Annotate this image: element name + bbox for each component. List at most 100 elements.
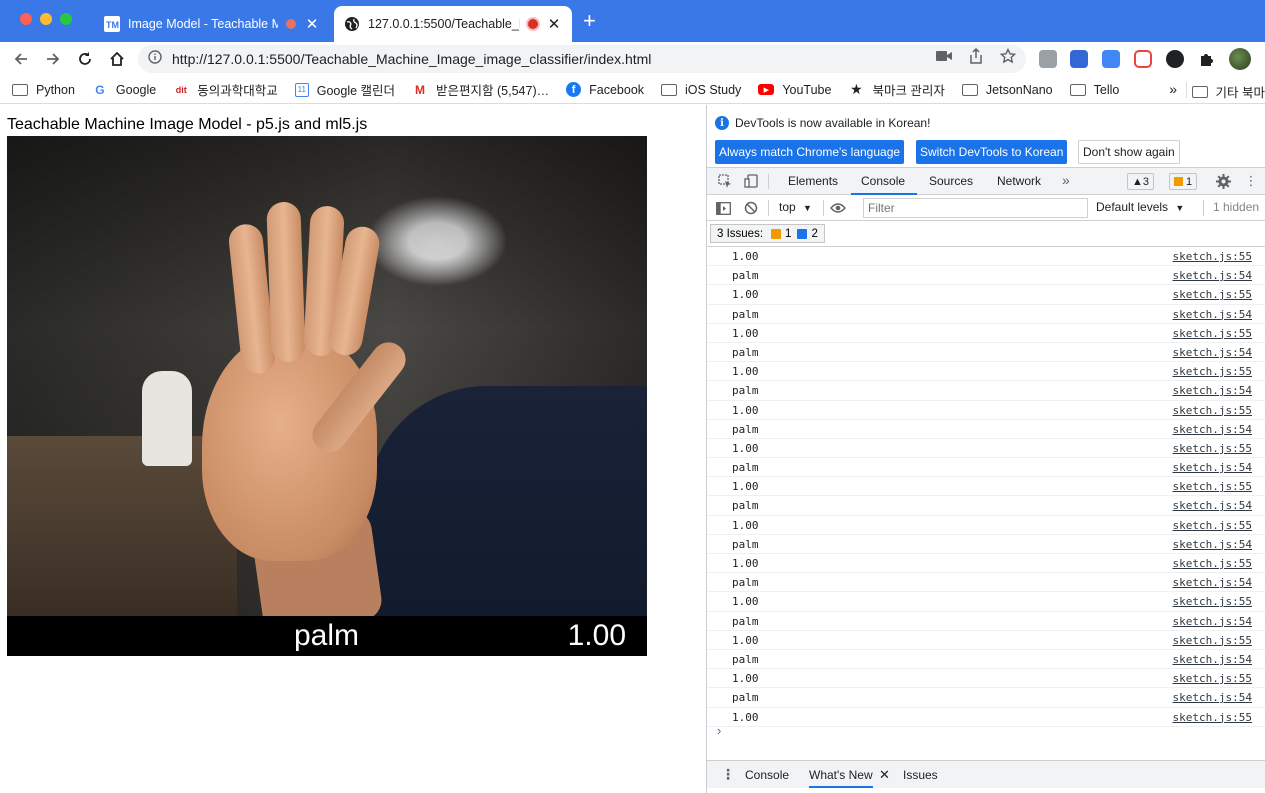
home-icon[interactable] <box>106 48 128 70</box>
bookmarks-divider <box>1186 82 1187 98</box>
facebook-icon: f <box>566 82 582 97</box>
console-source-link[interactable]: sketch.js:55 <box>1173 442 1252 455</box>
console-source-link[interactable]: sketch.js:54 <box>1173 423 1252 436</box>
tab-elements[interactable]: Elements <box>788 174 838 188</box>
console-source-link[interactable]: sketch.js:55 <box>1173 480 1252 493</box>
drawer-tab-close-icon[interactable]: ✕ <box>879 767 890 783</box>
sidebar-toggle-icon[interactable] <box>715 200 731 216</box>
back-arrow-icon[interactable] <box>10 48 32 70</box>
console-source-link[interactable]: sketch.js:55 <box>1173 250 1252 263</box>
bookmark-star-icon[interactable] <box>1000 48 1016 64</box>
extension-icon[interactable] <box>1039 50 1057 68</box>
minimize-window-button[interactable] <box>40 13 52 25</box>
console-source-link[interactable]: sketch.js:55 <box>1173 327 1252 340</box>
warning-flag-icon <box>771 228 782 239</box>
bookmarks-bar: Python G Google dit 동의과학대학교 11 Google 캘린… <box>0 76 1265 104</box>
console-message-text: 1.00 <box>732 557 759 570</box>
console-source-link[interactable]: sketch.js:54 <box>1173 346 1252 359</box>
dont-show-again-button[interactable]: Don't show again <box>1078 140 1180 164</box>
bookmark-google-calendar[interactable]: 11 Google 캘린더 <box>294 80 395 99</box>
console-source-link[interactable]: sketch.js:54 <box>1173 576 1252 589</box>
console-source-link[interactable]: sketch.js:55 <box>1173 595 1252 608</box>
drawer-tab-console[interactable]: Console <box>745 768 789 782</box>
console-source-link[interactable]: sketch.js:55 <box>1173 519 1252 532</box>
always-match-language-button[interactable]: Always match Chrome's language <box>715 140 905 164</box>
bookmark-facebook[interactable]: f Facebook <box>566 82 644 97</box>
bookmark-gmail[interactable]: M 받은편지함 (5,547)… <box>412 80 549 99</box>
bookmark-label: 동의과학대학교 <box>197 84 278 98</box>
console-message-row: palm sketch.js:54 <box>707 573 1265 593</box>
address-bar[interactable]: http://127.0.0.1:5500/Teachable_Machine_… <box>138 45 1026 73</box>
bookmark-jetsonnano[interactable]: JetsonNano <box>961 83 1053 97</box>
settings-gear-icon[interactable] <box>1215 173 1231 189</box>
device-toolbar-icon[interactable] <box>743 173 759 189</box>
bookmark-label: 북마크 관리자 <box>872 84 945 98</box>
bookmark-youtube[interactable]: ▶ YouTube <box>758 83 831 97</box>
console-source-link[interactable]: sketch.js:54 <box>1173 499 1252 512</box>
drawer-menu-icon[interactable]: ⋮ <box>721 766 735 783</box>
other-bookmarks[interactable]: 기타 북마 <box>1191 82 1265 101</box>
tab-close-icon[interactable]: ✕ <box>304 15 320 33</box>
console-message-row: palm sketch.js:54 <box>707 305 1265 324</box>
profile-avatar[interactable] <box>1229 48 1251 70</box>
bookmark-ios-study[interactable]: iOS Study <box>661 83 741 97</box>
bookmark-google[interactable]: G Google <box>92 83 156 97</box>
console-source-link[interactable]: sketch.js:55 <box>1173 404 1252 417</box>
tab-close-icon[interactable]: ✕ <box>546 15 562 33</box>
console-source-link[interactable]: sketch.js:55 <box>1173 557 1252 570</box>
console-source-link[interactable]: sketch.js:55 <box>1173 672 1252 685</box>
more-bookmarks-chevron-icon[interactable]: » <box>1169 81 1177 97</box>
console-prompt[interactable]: › <box>717 723 721 738</box>
inspect-element-icon[interactable] <box>717 173 733 189</box>
clear-console-icon[interactable] <box>743 200 759 216</box>
console-source-link[interactable]: sketch.js:55 <box>1173 288 1252 301</box>
bookmark-python[interactable]: Python <box>12 83 75 97</box>
console-source-link[interactable]: sketch.js:55 <box>1173 634 1252 647</box>
console-message-text: 1.00 <box>732 480 759 494</box>
more-tabs-chevron-icon[interactable]: » <box>1062 172 1070 188</box>
switch-to-korean-button[interactable]: Switch DevTools to Korean <box>916 140 1068 164</box>
extension-icon[interactable] <box>1166 50 1184 68</box>
close-window-button[interactable] <box>20 13 32 25</box>
console-source-link[interactable]: sketch.js:54 <box>1173 538 1252 551</box>
console-source-link[interactable]: sketch.js:54 <box>1173 308 1252 321</box>
console-source-link[interactable]: sketch.js:54 <box>1173 653 1252 666</box>
issues-badge[interactable]: 1 <box>1169 173 1198 190</box>
translate-icon[interactable] <box>1102 50 1120 68</box>
forward-arrow-icon[interactable] <box>42 48 64 70</box>
info-circle-icon[interactable] <box>148 49 162 69</box>
new-tab-button[interactable]: + <box>583 10 596 32</box>
pocket-icon[interactable] <box>1134 50 1152 68</box>
more-options-icon[interactable]: ⋮ <box>1243 173 1259 189</box>
bookmark-dit[interactable]: dit 동의과학대학교 <box>173 80 278 99</box>
puzzle-icon[interactable] <box>1198 50 1216 68</box>
bookmark-tello[interactable]: Tello <box>1069 83 1119 97</box>
tab-console[interactable]: Console <box>861 174 905 188</box>
eye-icon[interactable] <box>830 200 846 216</box>
bookmark-manager[interactable]: ★ 북마크 관리자 <box>848 80 945 99</box>
tab-localhost[interactable]: 127.0.0.1:5500/Teachable_Machine_Image_i… <box>334 6 572 42</box>
reload-icon[interactable] <box>74 48 96 70</box>
warnings-badge[interactable]: ▲ 3 <box>1127 173 1155 190</box>
console-filter-input[interactable] <box>863 198 1088 218</box>
console-source-link[interactable]: sketch.js:55 <box>1173 365 1252 378</box>
console-source-link[interactable]: sketch.js:54 <box>1173 461 1252 474</box>
console-source-link[interactable]: sketch.js:54 <box>1173 384 1252 397</box>
tab-network[interactable]: Network <box>997 174 1041 188</box>
drawer-tab-whats-new[interactable]: What's New <box>809 768 873 788</box>
console-source-link[interactable]: sketch.js:55 <box>1173 711 1252 724</box>
drawer-tab-issues[interactable]: Issues <box>903 768 938 782</box>
log-levels-dropdown[interactable]: Default levels ▼ <box>1096 200 1184 214</box>
console-source-link[interactable]: sketch.js:54 <box>1173 691 1252 704</box>
console-source-link[interactable]: sketch.js:54 <box>1173 269 1252 282</box>
share-icon[interactable] <box>968 48 984 64</box>
extension-icon[interactable] <box>1070 50 1088 68</box>
zoom-window-button[interactable] <box>60 13 72 25</box>
google-icon: G <box>95 82 105 97</box>
console-source-link[interactable]: sketch.js:54 <box>1173 615 1252 628</box>
tab-teachable-machine[interactable]: TM Image Model - Teachable Machine ✕ <box>94 6 330 42</box>
camera-in-use-icon[interactable] <box>936 48 952 64</box>
issues-link[interactable]: 3 Issues: 1 2 <box>710 224 825 243</box>
tab-sources[interactable]: Sources <box>929 174 973 188</box>
context-selector[interactable]: top ▼ <box>779 200 812 214</box>
